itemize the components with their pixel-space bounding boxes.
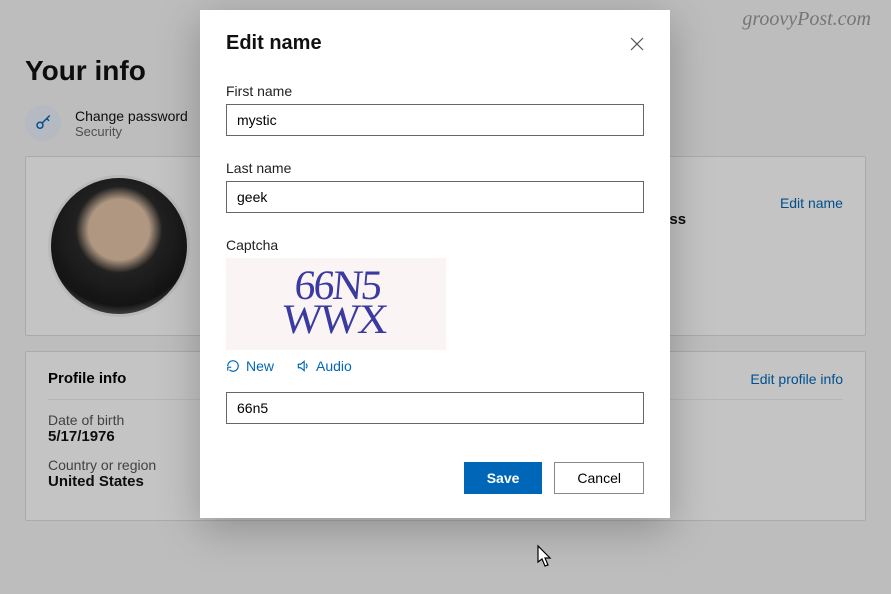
- captcha-new-link[interactable]: New: [226, 358, 274, 374]
- cancel-button[interactable]: Cancel: [554, 462, 644, 494]
- first-name-input[interactable]: [226, 104, 644, 136]
- captcha-image: 66N5WWX: [226, 258, 446, 350]
- first-name-label: First name: [226, 83, 644, 99]
- modal-title: Edit name: [226, 32, 322, 55]
- captcha-label: Captcha: [226, 237, 644, 253]
- last-name-input[interactable]: [226, 181, 644, 213]
- last-name-label: Last name: [226, 160, 644, 176]
- audio-icon: [296, 359, 310, 373]
- captcha-audio-label: Audio: [316, 358, 352, 374]
- refresh-icon: [226, 359, 240, 373]
- close-icon[interactable]: [630, 37, 644, 51]
- captcha-input[interactable]: [226, 392, 644, 424]
- captcha-audio-link[interactable]: Audio: [296, 358, 352, 374]
- captcha-display-text: 66N5WWX: [281, 270, 391, 337]
- save-button[interactable]: Save: [464, 462, 543, 494]
- edit-name-modal: Edit name First name Last name Captcha 6…: [200, 10, 670, 518]
- captcha-new-label: New: [246, 358, 274, 374]
